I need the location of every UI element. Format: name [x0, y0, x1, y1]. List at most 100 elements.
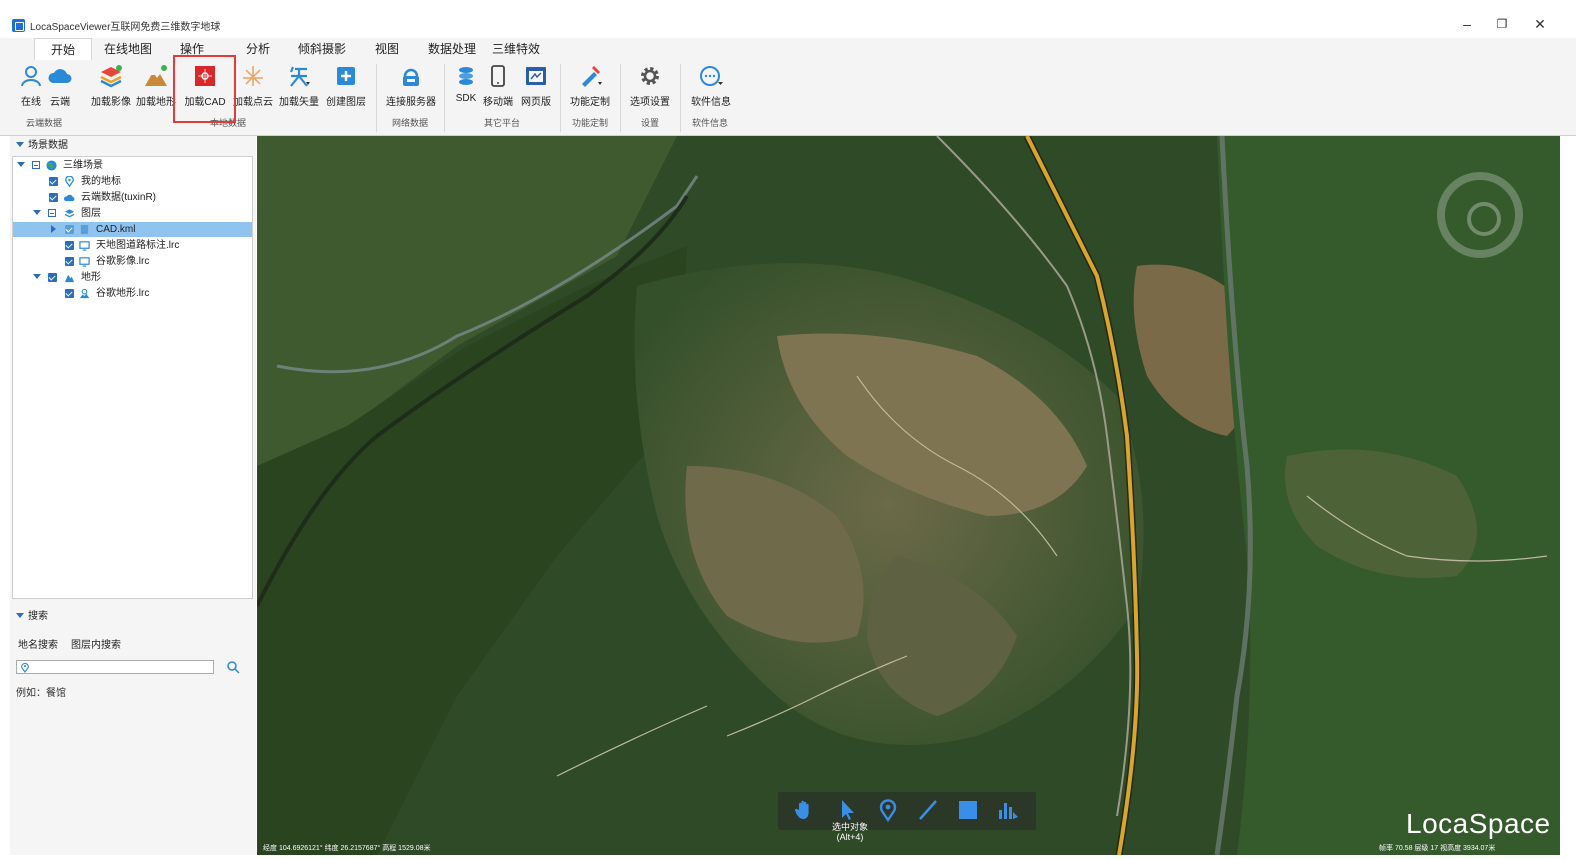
tree-node-label: 云端数据(tuxinR) — [81, 192, 157, 203]
options-button[interactable]: 选项设置 — [628, 62, 672, 110]
create-layer-button[interactable]: 创建图层 — [324, 62, 368, 110]
tree-node-label: 我的地标 — [81, 176, 121, 187]
collapse-arrow-icon[interactable] — [16, 613, 24, 618]
group-label-local: 本地数据 — [209, 118, 246, 128]
sdk-label: SDK — [455, 93, 477, 104]
checkbox[interactable] — [65, 241, 74, 250]
expand-arrow-icon[interactable] — [17, 162, 25, 167]
expand-arrow-icon[interactable] — [33, 210, 41, 215]
checkbox[interactable] — [65, 257, 74, 266]
terrain-layer-icon — [79, 288, 90, 299]
restore-icon[interactable]: ❐ — [1490, 12, 1514, 36]
close-icon[interactable]: ✕ — [1528, 12, 1552, 36]
group-separator — [560, 64, 561, 132]
tree-node-label: CAD.kml — [96, 224, 136, 235]
tree-node-tianditu-road-labels[interactable]: 天地图道路标注.lrc — [13, 238, 252, 253]
user-icon — [21, 66, 41, 87]
group-label-software-info: 软件信息 — [691, 118, 728, 128]
group-label-other-platforms: 其它平台 — [483, 118, 520, 128]
coordinates-readout: 经度 104.6926121° 纬度 26.2157687° 高程 1529.0… — [263, 845, 431, 852]
checkbox[interactable] — [65, 225, 74, 234]
checkbox[interactable] — [49, 177, 58, 186]
pointer-icon[interactable] — [836, 798, 860, 822]
checkbox[interactable] — [49, 193, 58, 202]
search-panel-title: 搜索 — [28, 611, 48, 622]
tab-view[interactable]: 视图 — [365, 38, 409, 60]
info-icon — [700, 66, 723, 86]
scene-tree: 三维场景 我的地标 云端数据(tuxinR) 图层 CAD.kml 天地图道路标… — [12, 156, 253, 599]
map-view[interactable]: 选中对象 (Alt+4) LocaSpace 经度 104.6926121° 纬… — [257, 136, 1560, 855]
collapse-arrow-icon[interactable] — [16, 142, 24, 147]
online-button[interactable]: 在线 — [16, 62, 46, 110]
monitor-icon — [79, 241, 90, 251]
software-info-label: 软件信息 — [691, 97, 731, 108]
navigation-compass[interactable] — [1437, 172, 1523, 258]
load-imagery-button[interactable]: 加载影像 — [90, 62, 132, 110]
polygon-icon[interactable] — [956, 798, 980, 822]
load-imagery-label: 加载影像 — [91, 97, 131, 108]
software-info-button[interactable]: 软件信息 — [688, 62, 734, 110]
tree-node-cloud-data[interactable]: 云端数据(tuxinR) — [13, 190, 252, 205]
checkbox[interactable] — [65, 289, 74, 298]
expand-arrow-icon[interactable] — [33, 274, 41, 279]
layers-icon — [100, 65, 122, 88]
tab-start[interactable]: 开始 — [34, 38, 92, 60]
location-pin-icon — [21, 662, 29, 673]
connect-server-button[interactable]: 连接服务器 — [384, 62, 438, 110]
web-label: 网页版 — [521, 97, 551, 108]
app-logo-icon — [12, 19, 25, 32]
tab-3d-effects[interactable]: 三维特效 — [484, 38, 548, 60]
minus-box-icon[interactable] — [48, 209, 56, 217]
tree-node-label: 地形 — [81, 272, 101, 283]
tab-analysis[interactable]: 分析 — [236, 38, 280, 60]
load-point-cloud-label: 加载点云 — [233, 97, 273, 108]
layers-icon — [64, 209, 75, 218]
load-vector-button[interactable]: 加载矢量 — [278, 62, 320, 110]
file-icon — [80, 224, 89, 235]
tree-node-label: 图层 — [81, 208, 101, 219]
tree-node-cad-kml[interactable]: CAD.kml — [13, 222, 252, 237]
monitor-icon — [79, 257, 90, 267]
terrain-icon — [64, 274, 75, 283]
tab-operation[interactable]: 操作 — [170, 38, 214, 60]
load-point-cloud-button[interactable]: 加载点云 — [232, 62, 274, 110]
scene-panel-header[interactable]: 场景数据 — [10, 137, 256, 154]
connect-server-label: 连接服务器 — [386, 97, 436, 108]
checkbox[interactable] — [48, 273, 57, 282]
load-terrain-button[interactable]: 加载地形 — [136, 62, 176, 110]
tab-online-map[interactable]: 在线地图 — [98, 38, 158, 60]
tab-place-search[interactable]: 地名搜索 — [18, 636, 58, 651]
tree-node-layers[interactable]: 图层 — [13, 206, 252, 221]
search-icon[interactable] — [226, 660, 240, 674]
tree-node-google-imagery[interactable]: 谷歌影像.lrc — [13, 254, 252, 269]
customize-button[interactable]: 功能定制 — [566, 62, 614, 110]
load-cad-button[interactable]: 加载CAD — [182, 62, 228, 110]
web-button[interactable]: 网页版 — [518, 62, 554, 110]
line-icon[interactable] — [916, 798, 940, 822]
measure-icon[interactable] — [996, 798, 1020, 822]
mobile-label: 移动端 — [483, 97, 513, 108]
load-cad-label: 加载CAD — [184, 97, 226, 108]
cloud-button[interactable]: 云端 — [46, 62, 74, 110]
server-icon — [403, 68, 419, 86]
tree-node-3d-scene[interactable]: 三维场景 — [13, 158, 252, 173]
placemark-icon[interactable] — [876, 798, 900, 822]
minus-box-icon[interactable] — [32, 161, 40, 169]
tab-oblique-photo[interactable]: 倾斜摄影 — [290, 38, 354, 60]
tree-node-my-landmarks[interactable]: 我的地标 — [13, 174, 252, 189]
mobile-button[interactable]: 移动端 — [482, 62, 514, 110]
tab-data-processing[interactable]: 数据处理 — [420, 38, 484, 60]
add-layer-icon — [337, 67, 355, 85]
search-panel-header[interactable]: 搜索 — [10, 608, 256, 625]
search-input[interactable] — [16, 660, 214, 674]
sdk-button[interactable]: SDK — [452, 62, 480, 110]
tab-layer-search[interactable]: 图层内搜索 — [71, 636, 121, 651]
cloud-label: 云端 — [50, 97, 70, 108]
tree-node-google-terrain[interactable]: 谷歌地形.lrc — [13, 286, 252, 301]
minimize-icon[interactable]: – — [1455, 12, 1479, 36]
collapsed-arrow-icon[interactable] — [51, 225, 56, 233]
tree-node-terrain[interactable]: 地形 — [13, 270, 252, 285]
render-stats-readout: 帧率 70.58 层级 17 视高度 3934.07米 — [1379, 845, 1496, 852]
hand-icon[interactable] — [792, 798, 816, 822]
tree-node-label: 谷歌地形.lrc — [96, 288, 150, 299]
